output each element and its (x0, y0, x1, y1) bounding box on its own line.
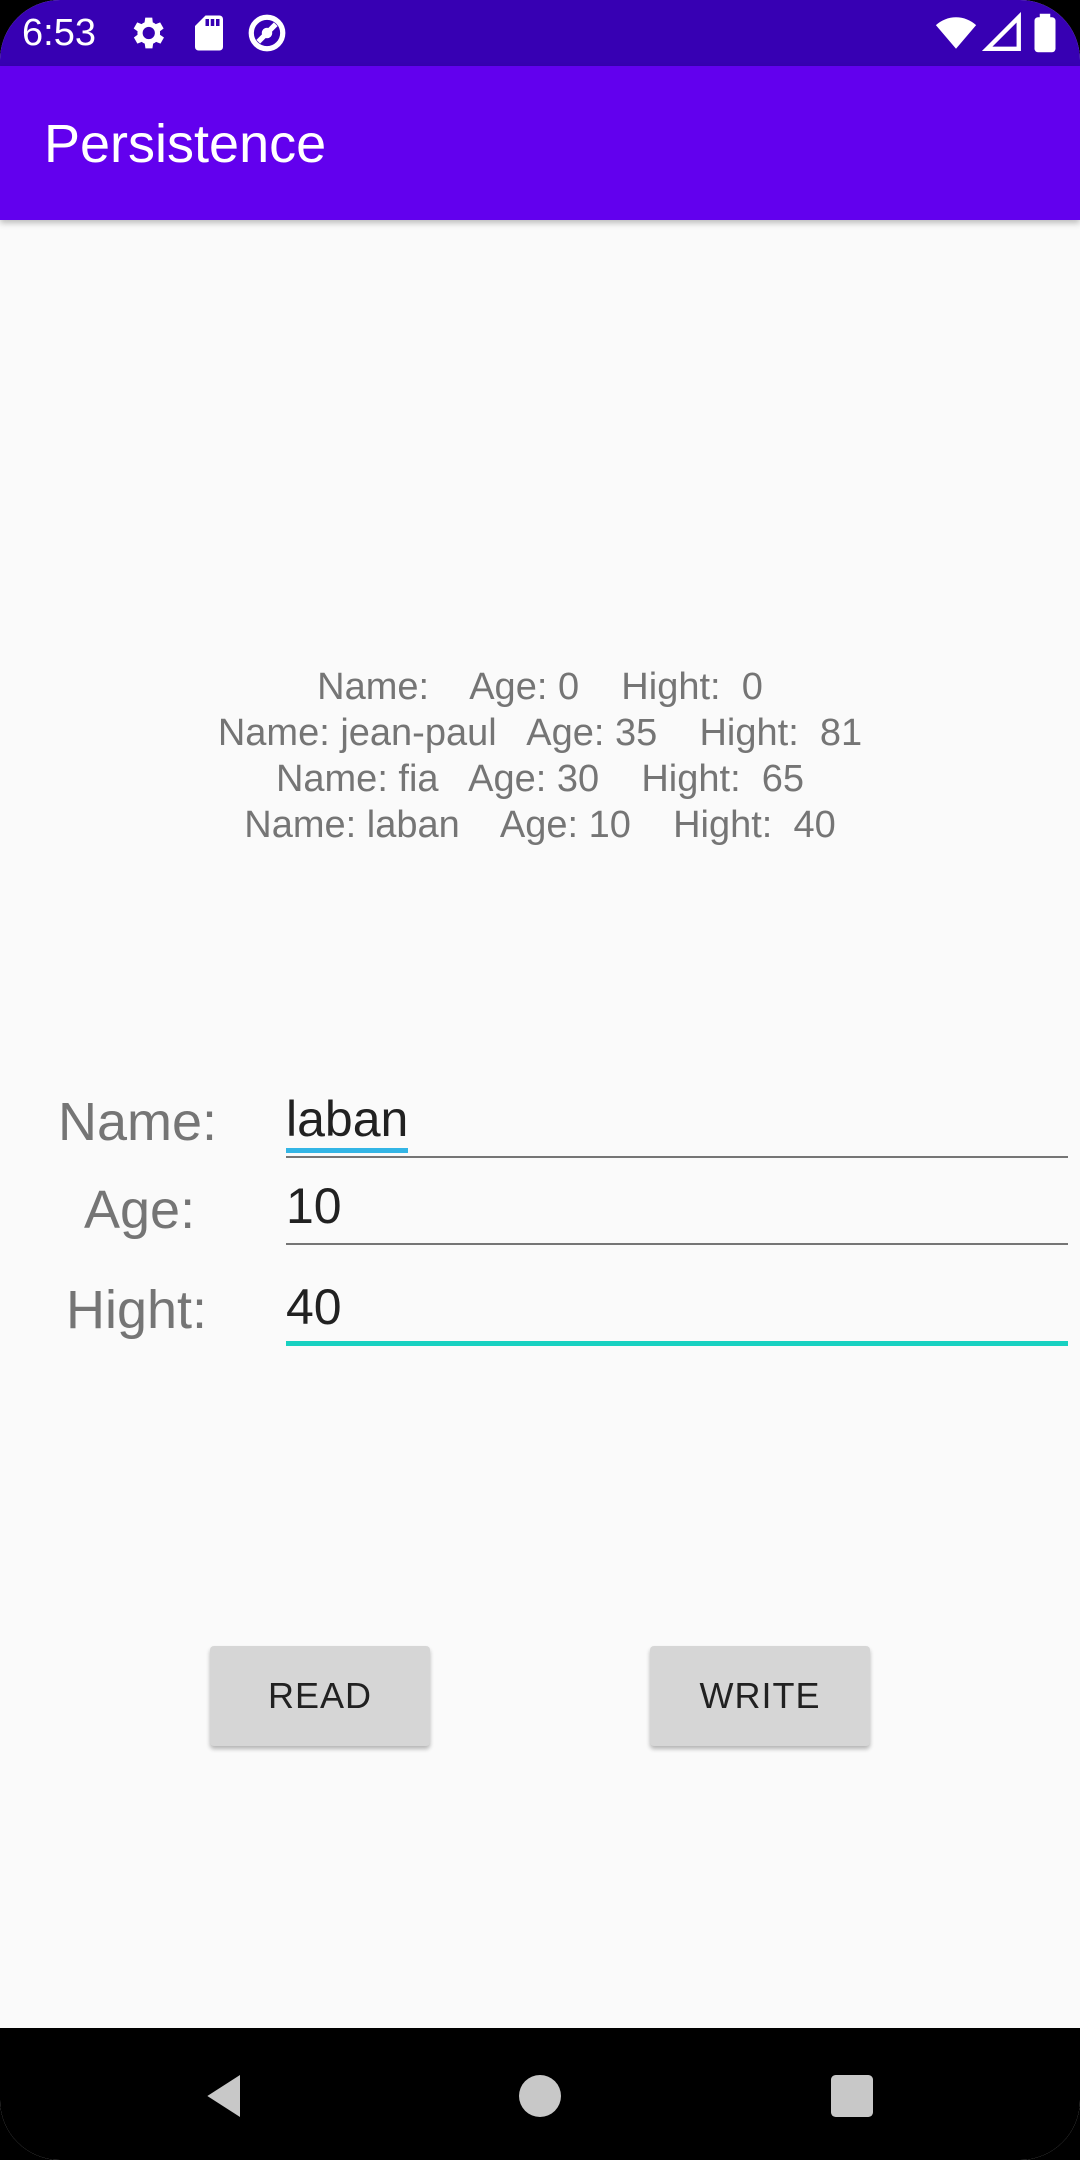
status-time: 6:53 (22, 12, 96, 54)
battery-icon (1030, 12, 1060, 54)
record-line: Name: Age: 0 Hight: 0 (317, 666, 763, 708)
record-line: Name: jean-paul Age: 35 Hight: 81 (217, 712, 863, 754)
height-field-underline (286, 1341, 1068, 1346)
app-screen: 6:53 Persistence Name: Age: 0 Hight: 0 N… (0, 0, 1080, 2160)
height-input[interactable] (286, 1276, 1068, 1338)
age-field-underline (286, 1243, 1068, 1245)
name-field-underline (286, 1156, 1068, 1158)
name-field[interactable] (286, 1088, 1068, 1158)
name-label: Name: (58, 1092, 218, 1152)
back-icon[interactable] (198, 2068, 254, 2124)
height-field[interactable] (286, 1276, 1068, 1346)
record-line: Name: laban Age: 10 Hight: 40 (244, 804, 836, 846)
status-bar: 6:53 (0, 0, 1080, 66)
age-field[interactable] (286, 1175, 1068, 1245)
write-button[interactable]: WRITE (650, 1646, 870, 1746)
read-button[interactable]: READ (210, 1646, 430, 1746)
vpn-icon (246, 12, 288, 54)
name-input[interactable] (286, 1088, 1068, 1150)
age-input[interactable] (286, 1175, 1068, 1237)
record-line: Name: fia Age: 30 Hight: 65 (275, 758, 805, 800)
wifi-icon (934, 12, 978, 54)
height-label: Hight: (66, 1280, 208, 1340)
spellcheck-underline (286, 1148, 408, 1153)
age-label: Age: (84, 1180, 196, 1240)
recents-icon[interactable] (824, 2068, 880, 2124)
navigation-bar (0, 2028, 1080, 2160)
sd-card-icon (188, 12, 230, 54)
settings-icon (126, 12, 168, 54)
signal-icon (982, 12, 1024, 54)
app-bar: Persistence (0, 66, 1080, 220)
records-list: Name: Age: 0 Hight: 0 Name: jean-paul Ag… (0, 664, 1080, 848)
home-icon[interactable] (512, 2068, 568, 2124)
app-title: Persistence (44, 114, 327, 174)
